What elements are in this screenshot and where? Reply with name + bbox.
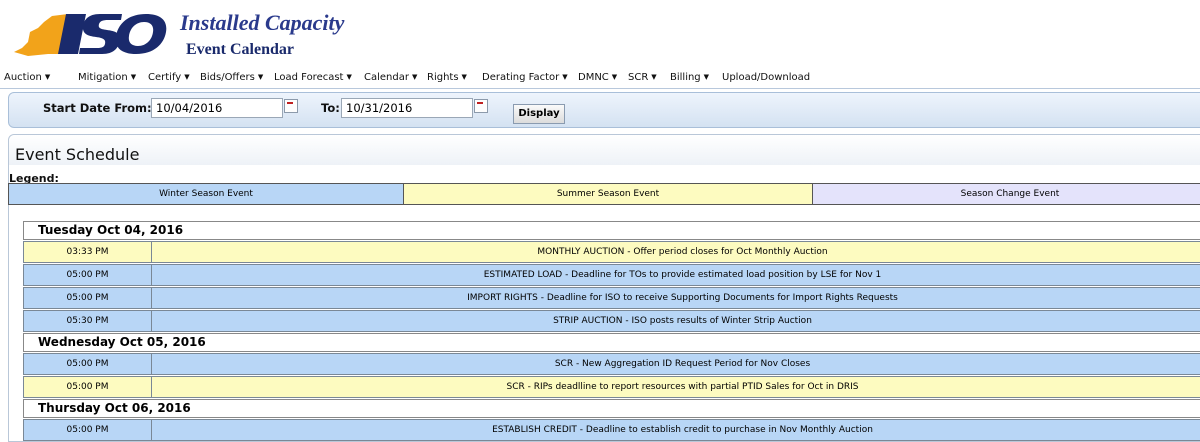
chevron-down-icon: ▼	[257, 73, 264, 81]
display-button[interactable]: Display	[513, 104, 565, 124]
day-header: Thursday Oct 06, 2016	[23, 399, 1200, 418]
menu-label: Upload/Download	[722, 72, 811, 83]
menu-label: Certify	[148, 72, 182, 83]
end-date-label: To:	[321, 101, 340, 115]
event-time: 05:00 PM	[23, 264, 152, 286]
nyiso-logo	[14, 14, 167, 56]
menu-auction[interactable]: Auction ▼	[4, 72, 50, 83]
menu-bids-offers[interactable]: Bids/Offers ▼	[200, 72, 263, 83]
event-row: 05:00 PM ESTIMATED LOAD - Deadline for T…	[23, 264, 1200, 286]
legend-summer: Summer Season Event	[403, 183, 813, 205]
event-row: 05:00 PM ESTABLISH CREDIT - Deadline to …	[23, 419, 1200, 441]
event-row: 05:00 PM IMPORT RIGHTS - Deadline for IS…	[23, 287, 1200, 309]
legend-winter: Winter Season Event	[8, 183, 404, 205]
event-row: 05:00 PM SCR - New Aggregation ID Reques…	[23, 353, 1200, 375]
header: Installed Capacity Event Calendar	[0, 0, 1200, 68]
menu-label: Load Forecast	[274, 72, 344, 83]
event-time: 05:00 PM	[23, 376, 152, 398]
event-time: 05:00 PM	[23, 353, 152, 375]
event-description: ESTIMATED LOAD - Deadline for TOs to pro…	[151, 264, 1200, 286]
menu-label: Mitigation	[78, 72, 128, 83]
menu-label: Calendar	[364, 72, 409, 83]
calendar-icon[interactable]	[284, 99, 298, 113]
chevron-down-icon: ▼	[562, 73, 568, 81]
event-time: 05:00 PM	[23, 287, 152, 309]
menu-label: SCR	[628, 72, 649, 83]
event-time: 05:30 PM	[23, 310, 152, 332]
chevron-down-icon: ▼	[346, 73, 352, 81]
main-menu: Auction ▼ Mitigation ▼ Certify ▼ Bids/Offer…	[0, 68, 1200, 89]
event-row: 05:00 PM SCR - RIPs deadlline to report …	[23, 376, 1200, 398]
menu-derating-factor[interactable]: Derating Factor ▼	[482, 72, 568, 83]
event-row: 05:30 PM STRIP AUCTION - ISO posts resul…	[23, 310, 1200, 332]
panel-title-bar	[9, 135, 1200, 165]
menu-dmnc[interactable]: DMNC ▼	[578, 72, 617, 83]
chevron-down-icon: ▼	[611, 73, 618, 81]
end-date-input[interactable]	[341, 98, 473, 118]
event-description: MONTHLY AUCTION - Offer period closes fo…	[151, 241, 1200, 263]
event-time: 03:33 PM	[23, 241, 152, 263]
menu-label: Derating Factor	[482, 72, 560, 83]
chevron-down-icon: ▼	[651, 73, 657, 81]
panel-title: Event Schedule	[15, 145, 140, 164]
event-row: 03:33 PM MONTHLY AUCTION - Offer period …	[23, 241, 1200, 263]
chevron-down-icon: ▼	[44, 73, 51, 81]
event-description: ESTABLISH CREDIT - Deadline to establish…	[151, 419, 1200, 441]
menu-billing[interactable]: Billing ▼	[670, 72, 709, 83]
menu-certify[interactable]: Certify ▼	[148, 72, 190, 83]
chevron-down-icon: ▼	[461, 73, 467, 81]
event-schedule-panel: Event Schedule Legend: Winter Season Eve…	[8, 134, 1200, 442]
menu-load-forecast[interactable]: Load Forecast ▼	[274, 72, 352, 83]
legend-season-change: Season Change Event	[812, 183, 1200, 205]
menu-calendar[interactable]: Calendar ▼	[364, 72, 417, 83]
menu-scr[interactable]: SCR ▼	[628, 72, 657, 83]
day-header: Wednesday Oct 05, 2016	[23, 333, 1200, 352]
app-title: Installed Capacity	[180, 10, 345, 35]
legend: Winter Season Event Summer Season Event …	[8, 183, 1200, 205]
menu-label: Auction	[4, 72, 42, 83]
menu-label: Billing	[670, 72, 701, 83]
menu-label: Rights	[427, 72, 459, 83]
day-header: Tuesday Oct 04, 2016	[23, 221, 1200, 240]
app-subtitle: Event Calendar	[186, 41, 294, 58]
start-date-input[interactable]	[151, 98, 283, 118]
date-filter-bar: Start Date From: To: Display	[8, 92, 1200, 128]
event-description: SCR - New Aggregation ID Request Period …	[151, 353, 1200, 375]
event-time: 05:00 PM	[23, 419, 152, 441]
chevron-down-icon: ▼	[184, 73, 190, 81]
menu-label: DMNC	[578, 72, 609, 83]
menu-label: Bids/Offers	[200, 72, 255, 83]
chevron-down-icon: ▼	[703, 73, 710, 81]
calendar-icon[interactable]	[474, 99, 488, 113]
event-description: SCR - RIPs deadlline to report resources…	[151, 376, 1200, 398]
start-date-label: Start Date From:	[43, 101, 152, 115]
chevron-down-icon: ▼	[130, 73, 137, 81]
event-description: STRIP AUCTION - ISO posts results of Win…	[151, 310, 1200, 332]
event-description: IMPORT RIGHTS - Deadline for ISO to rece…	[151, 287, 1200, 309]
menu-upload-download[interactable]: Upload/Download	[722, 72, 810, 83]
chevron-down-icon: ▼	[411, 73, 418, 81]
menu-mitigation[interactable]: Mitigation ▼	[78, 72, 136, 83]
menu-rights[interactable]: Rights ▼	[427, 72, 467, 83]
